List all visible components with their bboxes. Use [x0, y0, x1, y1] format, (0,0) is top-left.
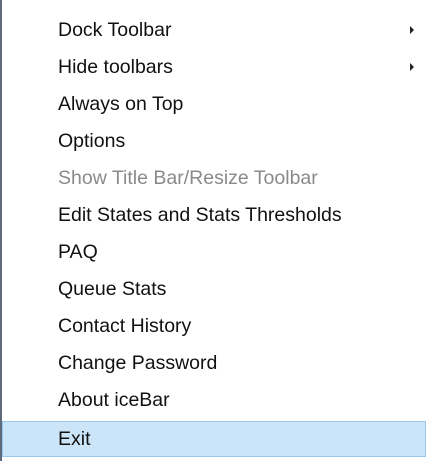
menu-item-dock-toolbar[interactable]: Dock Toolbar [2, 12, 426, 48]
menu-item-label: Hide toolbars [58, 56, 173, 78]
menu-item-label: Show Title Bar/Resize Toolbar [58, 167, 318, 189]
menu-item-label: Exit [58, 428, 91, 450]
menu-item-label: Always on Top [58, 93, 184, 115]
menu-item-paq[interactable]: PAQ [2, 234, 426, 270]
menu-item-label: About iceBar [58, 389, 170, 411]
menu-item-label: PAQ [58, 241, 98, 263]
menu-item-always-on-top[interactable]: Always on Top [2, 86, 426, 122]
menu-item-label: Queue Stats [58, 278, 167, 300]
menu-item-show-title-bar-resize-toolbar: Show Title Bar/Resize Toolbar [2, 160, 426, 196]
menu-item-label: Edit States and Stats Thresholds [58, 204, 342, 226]
context-menu: Dock Toolbar Hide toolbars Always on Top… [0, 0, 426, 461]
menu-item-about-icebar[interactable]: About iceBar [2, 382, 426, 418]
menu-item-edit-states-and-stats-thresholds[interactable]: Edit States and Stats Thresholds [2, 197, 426, 233]
submenu-arrow-icon [410, 26, 414, 34]
menu-item-queue-stats[interactable]: Queue Stats [2, 271, 426, 307]
menu-item-label: Change Password [58, 352, 218, 374]
menu-item-exit[interactable]: Exit [2, 421, 426, 457]
menu-item-change-password[interactable]: Change Password [2, 345, 426, 381]
submenu-arrow-icon [410, 63, 414, 71]
menu-item-options[interactable]: Options [2, 123, 426, 159]
menu-item-label: Dock Toolbar [58, 19, 172, 41]
menu-item-contact-history[interactable]: Contact History [2, 308, 426, 344]
menu-item-label: Contact History [58, 315, 192, 337]
menu-item-label: Options [58, 130, 126, 152]
menu-item-hide-toolbars[interactable]: Hide toolbars [2, 49, 426, 85]
